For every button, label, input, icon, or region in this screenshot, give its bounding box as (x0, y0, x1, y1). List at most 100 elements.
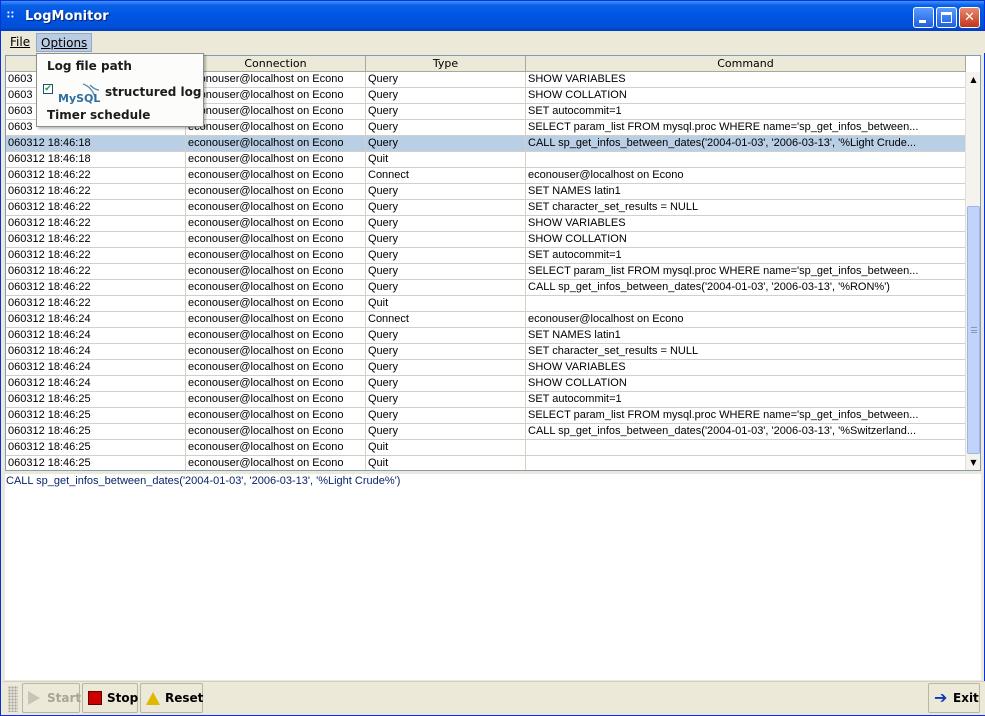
cell-command (526, 456, 966, 470)
table-row[interactable]: 060312 18:46:22 econouser@localhost on Ec… (6, 216, 966, 232)
cell-type: Query (366, 408, 526, 423)
table-row[interactable]: 060312 18:46:22 econouser@localhost on Ec… (6, 280, 966, 296)
table-row[interactable]: 060312 18:46:25 econouser@localhost on Ec… (6, 456, 966, 470)
cell-command: econouser@localhost on Econo (526, 168, 966, 183)
cell-command: econouser@localhost on Econo (526, 312, 966, 327)
scroll-thumb[interactable] (967, 206, 980, 454)
cell-type: Query (366, 360, 526, 375)
table-row[interactable]: 060312 18:46:24 econouser@localhost on Ec… (6, 376, 966, 392)
detail-pane[interactable]: CALL sp_get_infos_between_dates('2004-01… (5, 474, 981, 680)
cell-connection: econouser@localhost on Econo (186, 440, 366, 455)
menu-item-timer-schedule[interactable]: Timer schedule (37, 106, 203, 126)
cell-command: SELECT param_list FROM mysql.proc WHERE … (526, 120, 966, 135)
scroll-up-icon[interactable]: ▲ (966, 72, 980, 87)
title-bar[interactable]: ∷ LogMonitor ✕ (1, 1, 984, 31)
cell-command (526, 440, 966, 455)
table-row[interactable]: 060312 18:46:24 econouser@localhost on Ec… (6, 360, 966, 376)
menu-file-label: File (10, 35, 31, 49)
cell-time: 060312 18:46:25 (6, 440, 186, 455)
cell-command (526, 152, 966, 167)
menu-options[interactable]: Options (36, 33, 93, 52)
cell-time: 060312 18:46:24 (6, 328, 186, 343)
table-row[interactable]: 060312 18:46:25 econouser@localhost on Ec… (6, 440, 966, 456)
exit-button[interactable]: ➔ Exit (928, 683, 980, 713)
cell-command (526, 296, 966, 311)
table-row[interactable]: 060312 18:46:18 econouser@localhost on Ec… (6, 152, 966, 168)
reset-button[interactable]: Reset (140, 683, 203, 713)
cell-type: Query (366, 264, 526, 279)
cell-time: 060312 18:46:22 (6, 248, 186, 263)
table-row[interactable]: 060312 18:46:22 econouser@localhost on Ec… (6, 296, 966, 312)
cell-command: SET autocommit=1 (526, 104, 966, 119)
cell-type: Query (366, 200, 526, 215)
table-row[interactable]: 060312 18:46:22 econouser@localhost on Ec… (6, 168, 966, 184)
svg-text:MySQL: MySQL (58, 92, 100, 104)
cell-connection: econouser@localhost on Econo (186, 344, 366, 359)
mysql-logo-icon: MySQL (58, 83, 100, 104)
cell-type: Query (366, 280, 526, 295)
table-row[interactable]: 060312 18:46:24 econouser@localhost on Ec… (6, 328, 966, 344)
cell-type: Connect (366, 168, 526, 183)
cell-connection: econouser@localhost on Econo (186, 280, 366, 295)
column-header-command[interactable]: Command (526, 56, 966, 72)
cell-connection: econouser@localhost on Econo (186, 184, 366, 199)
minimize-icon (919, 20, 926, 23)
cell-time: 060312 18:46:24 (6, 376, 186, 391)
toolbar-drag-handle[interactable] (8, 686, 18, 712)
stop-button[interactable]: Stop (82, 683, 138, 713)
table-row[interactable]: 060312 18:46:22 econouser@localhost on Ec… (6, 264, 966, 280)
cell-type: Query (366, 232, 526, 247)
cell-time: 060312 18:46:18 (6, 136, 186, 151)
table-row[interactable]: 060312 18:46:22 econouser@localhost on Ec… (6, 184, 966, 200)
cell-type: Query (366, 216, 526, 231)
cell-time: 060312 18:46:22 (6, 264, 186, 279)
menu-file[interactable]: File (6, 33, 34, 52)
menu-item-structured-log[interactable]: ✔ MySQL structured log (37, 79, 203, 105)
table-row[interactable]: 060312 18:46:24 econouser@localhost on Ec… (6, 312, 966, 328)
window-title: LogMonitor (25, 9, 109, 24)
cell-time: 060312 18:46:22 (6, 232, 186, 247)
table-row[interactable]: 060312 18:46:25 econouser@localhost on Ec… (6, 392, 966, 408)
scroll-down-icon[interactable]: ▼ (966, 455, 980, 470)
cell-time: 060312 18:46:25 (6, 408, 186, 423)
grip-icon (971, 327, 977, 333)
cell-connection: econouser@localhost on Econo (186, 136, 366, 151)
table-row[interactable]: 060312 18:46:24 econouser@localhost on Ec… (6, 344, 966, 360)
checkbox-icon[interactable]: ✔ (43, 84, 53, 94)
detail-text: CALL sp_get_infos_between_dates('2004-01… (6, 475, 401, 487)
cell-time: 060312 18:46:18 (6, 152, 186, 167)
close-button[interactable]: ✕ (959, 7, 980, 28)
cell-type: Query (366, 376, 526, 391)
table-row[interactable]: 060312 18:46:25 econouser@localhost on Ec… (6, 424, 966, 440)
exit-label: Exit (953, 691, 979, 705)
column-header-connection[interactable]: Connection (186, 56, 366, 72)
vertical-scrollbar[interactable]: ▲ ▼ (965, 72, 980, 470)
table-row[interactable]: 060312 18:46:22 econouser@localhost on Ec… (6, 200, 966, 216)
table-row[interactable]: 060312 18:46:25 econouser@localhost on Ec… (6, 408, 966, 424)
stop-icon (88, 691, 102, 705)
table-row[interactable]: 060312 18:46:22 econouser@localhost on Ec… (6, 232, 966, 248)
cell-command: SET character_set_results = NULL (526, 344, 966, 359)
maximize-button[interactable] (936, 7, 957, 28)
close-icon: ✕ (964, 10, 975, 25)
cell-connection: econouser@localhost on Econo (186, 88, 366, 103)
cell-type: Query (366, 344, 526, 359)
cell-connection: econouser@localhost on Econo (186, 456, 366, 470)
table-row[interactable]: 060312 18:46:22 econouser@localhost on Ec… (6, 248, 966, 264)
minimize-button[interactable] (913, 7, 934, 28)
app-icon: ∷ (7, 10, 14, 21)
column-header-type[interactable]: Type (366, 56, 526, 72)
cell-type: Query (366, 424, 526, 439)
cell-connection: econouser@localhost on Econo (186, 72, 366, 87)
cell-time: 060312 18:46:25 (6, 456, 186, 470)
cell-command: SELECT param_list FROM mysql.proc WHERE … (526, 408, 966, 423)
cell-command: SHOW COLLATION (526, 88, 966, 103)
cell-type: Query (366, 104, 526, 119)
menu-item-log-file-path[interactable]: Log file path (37, 57, 203, 77)
start-label: Start (47, 691, 82, 705)
warning-icon (146, 692, 160, 705)
cell-connection: econouser@localhost on Econo (186, 360, 366, 375)
table-row[interactable]: 060312 18:46:18 econouser@localhost on Ec… (6, 136, 966, 152)
app-window: ∷ LogMonitor ✕ File Options Connection T… (0, 0, 985, 716)
start-button[interactable]: Start (22, 683, 82, 713)
